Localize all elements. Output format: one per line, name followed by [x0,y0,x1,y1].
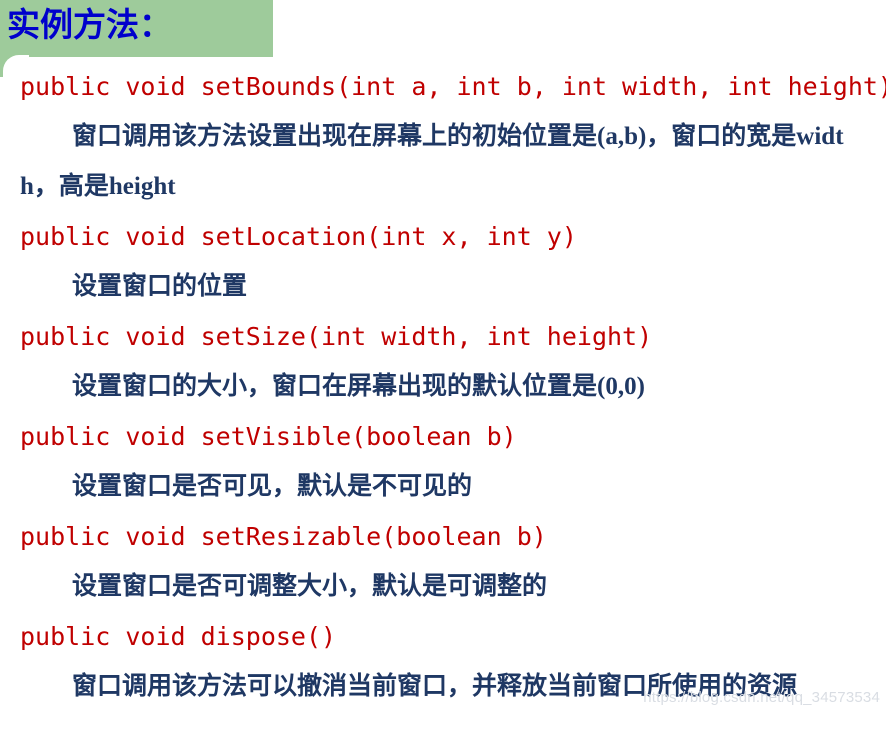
method-block: public void setLocation(int x, int y) 设置… [0,212,886,312]
method-description: 设置窗口的位置 [72,273,248,300]
method-signature: public void setVisible(boolean b) [20,422,517,451]
watermark: https://blog.csdn.net/qq_34573534 [643,689,880,706]
method-block: public void setSize(int width, int heigh… [0,312,886,412]
method-signature: public void setResizable(boolean b) [20,522,547,551]
method-block: public void setVisible(boolean b) 设置窗口是否… [0,412,886,512]
method-description: 设置窗口是否可见，默认是不可见的 [72,473,473,500]
method-description: 窗口调用该方法设置出现在屏幕上的初始位置是(a,b)，窗口的宽是width，高是… [20,123,844,200]
method-signature: public void dispose() [20,622,337,651]
page-title: 实例方法： [7,8,172,44]
slide-root: 实例方法： public void setBounds(int a, int b… [0,0,886,734]
method-signature: public void setSize(int width, int heigh… [20,322,653,351]
method-signature: public void setLocation(int x, int y) [20,222,577,251]
method-signature: public void setBounds(int a, int b, int … [20,72,886,101]
method-list: public void setBounds(int a, int b, int … [0,62,886,712]
method-block: public void setResizable(boolean b) 设置窗口… [0,512,886,612]
method-description: 设置窗口是否可调整大小，默认是可调整的 [72,573,548,600]
method-description: 设置窗口的大小，窗口在屏幕出现的默认位置是(0,0) [72,373,645,400]
method-block: public void setBounds(int a, int b, int … [0,62,886,212]
